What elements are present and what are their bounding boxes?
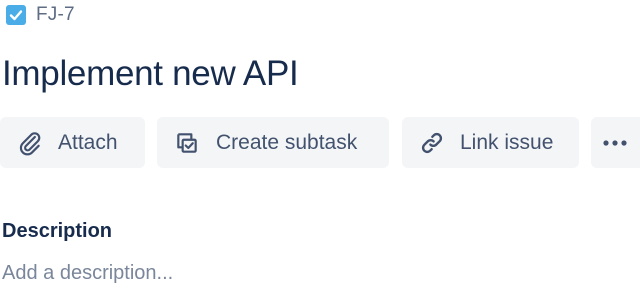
link-issue-button[interactable]: Link issue (402, 117, 579, 168)
attach-button[interactable]: Attach (0, 117, 145, 168)
issue-action-toolbar: Attach Create subtask Link issue (0, 117, 640, 168)
checkbox-task-icon (6, 5, 26, 25)
subtask-icon (173, 129, 201, 157)
issue-title[interactable]: Implement new API (2, 54, 299, 94)
issue-key-link[interactable]: FJ-7 (36, 4, 75, 26)
attach-button-label: Attach (58, 130, 118, 154)
link-icon (418, 129, 446, 157)
issue-key-row: FJ-7 (6, 4, 75, 26)
more-horizontal-icon (601, 129, 629, 157)
more-actions-button[interactable] (591, 117, 640, 168)
create-subtask-button[interactable]: Create subtask (157, 117, 389, 168)
description-field[interactable]: Add a description... (2, 262, 173, 285)
link-issue-button-label: Link issue (460, 130, 554, 154)
create-subtask-button-label: Create subtask (216, 130, 358, 154)
description-heading: Description (2, 220, 113, 242)
paperclip-icon (16, 129, 44, 157)
